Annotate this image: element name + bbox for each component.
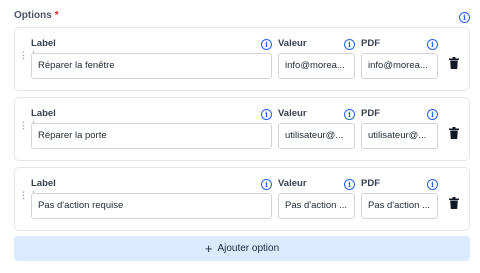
label-column-header: Label (31, 108, 56, 119)
option-pdf-input[interactable]: info@morea... (361, 53, 438, 79)
info-icon[interactable]: i (427, 109, 438, 120)
info-icon[interactable]: i (427, 39, 438, 50)
option-valeur-input[interactable]: info@morea... (278, 53, 355, 79)
option-label-input[interactable]: Réparer la fenêtre (31, 53, 272, 79)
info-icon[interactable]: i (344, 39, 355, 50)
info-icon[interactable]: i (261, 179, 272, 190)
add-option-button[interactable]: + Ajouter option (14, 236, 470, 261)
add-option-label: Ajouter option (217, 243, 280, 254)
option-valeur-input[interactable]: Pas d'action ... (278, 193, 355, 219)
option-label-input[interactable]: Réparer la porte (31, 123, 272, 149)
label-column-header: Label (31, 178, 56, 189)
option-pdf-input[interactable]: utilisateur@... (361, 123, 438, 149)
option-pdf-input[interactable]: Pas d'action ... (361, 193, 438, 219)
pdf-column-header: PDF (361, 108, 380, 119)
info-icon[interactable]: i (344, 109, 355, 120)
option-label-input[interactable]: Pas d'action requise (31, 193, 272, 219)
options-title: Options * (14, 10, 59, 21)
option-valeur-input[interactable]: utilisateur@... (278, 123, 355, 149)
label-column-header: Label (31, 38, 56, 49)
pdf-column-header: PDF (361, 38, 380, 49)
option-row: ⋮⋮ Label i Valeur i PDF i Réparer la por… (14, 97, 470, 161)
drag-handle-icon[interactable]: ⋮⋮ (19, 191, 38, 204)
trash-icon[interactable] (449, 57, 459, 69)
valeur-column-header: Valeur (278, 38, 307, 49)
plus-icon: + (204, 240, 213, 256)
pdf-column-header: PDF (361, 178, 380, 189)
info-icon[interactable]: i (459, 12, 470, 23)
trash-icon[interactable] (449, 127, 459, 139)
info-icon[interactable]: i (261, 109, 272, 120)
info-icon[interactable]: i (261, 39, 272, 50)
option-row: ⋮⋮ Label i Valeur i PDF i Pas d'action r… (14, 167, 470, 231)
drag-handle-icon[interactable]: ⋮⋮ (19, 121, 38, 134)
valeur-column-header: Valeur (278, 178, 307, 189)
info-icon[interactable]: i (427, 179, 438, 190)
drag-handle-icon[interactable]: ⋮⋮ (19, 51, 38, 64)
required-mark: * (54, 10, 59, 21)
trash-icon[interactable] (449, 197, 459, 209)
valeur-column-header: Valeur (278, 108, 307, 119)
info-icon[interactable]: i (344, 179, 355, 190)
option-row: ⋮⋮ Label i Valeur i PDF i Réparer la fen… (14, 27, 470, 91)
options-header: Options * i (14, 8, 470, 26)
